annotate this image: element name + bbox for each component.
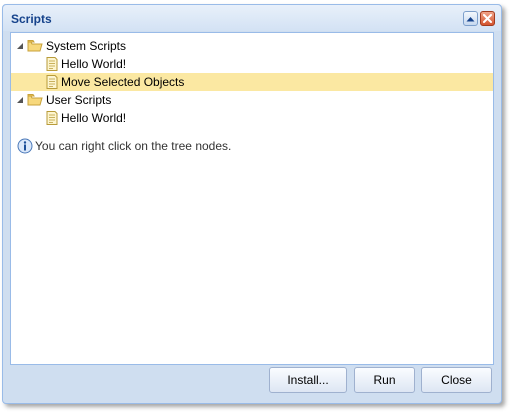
run-button[interactable]: Run bbox=[354, 367, 415, 393]
script-file-icon bbox=[46, 75, 58, 89]
install-button[interactable]: Install... bbox=[269, 367, 347, 393]
tree-node-label: User Scripts bbox=[46, 93, 112, 107]
scripts-panel: System Scripts Hello World! Move Selecte… bbox=[10, 32, 494, 365]
tree-node-label: Hello World! bbox=[61, 57, 127, 71]
hint-text: You can right click on the tree nodes. bbox=[35, 139, 232, 153]
close-button[interactable]: Close bbox=[421, 367, 492, 393]
tree-node-system-scripts[interactable]: System Scripts bbox=[11, 37, 493, 55]
tree-node-label: System Scripts bbox=[46, 39, 127, 53]
collapse-icon[interactable] bbox=[463, 11, 478, 26]
folder-open-icon bbox=[27, 40, 43, 52]
window-title: Scripts bbox=[11, 12, 52, 26]
scripts-tree: System Scripts Hello World! Move Selecte… bbox=[11, 37, 493, 127]
close-icon[interactable] bbox=[480, 11, 495, 26]
tree-node-user-scripts[interactable]: User Scripts bbox=[11, 91, 493, 109]
tree-node-hello-world-system[interactable]: Hello World! bbox=[11, 55, 493, 73]
expanded-triangle-icon[interactable] bbox=[16, 42, 24, 50]
window-titlebar[interactable]: Scripts bbox=[3, 5, 501, 31]
tree-node-move-selected-objects[interactable]: Move Selected Objects bbox=[11, 73, 493, 91]
folder-open-icon bbox=[27, 94, 43, 106]
tree-node-hello-world-user[interactable]: Hello World! bbox=[11, 109, 493, 127]
scripts-window: Scripts System Scripts Hello World! Move… bbox=[2, 4, 502, 404]
tree-node-label: Hello World! bbox=[61, 111, 127, 125]
expanded-triangle-icon[interactable] bbox=[16, 96, 24, 104]
script-file-icon bbox=[46, 111, 58, 125]
script-file-icon bbox=[46, 57, 58, 71]
tree-node-label: Move Selected Objects bbox=[61, 75, 185, 89]
info-icon bbox=[17, 138, 33, 154]
